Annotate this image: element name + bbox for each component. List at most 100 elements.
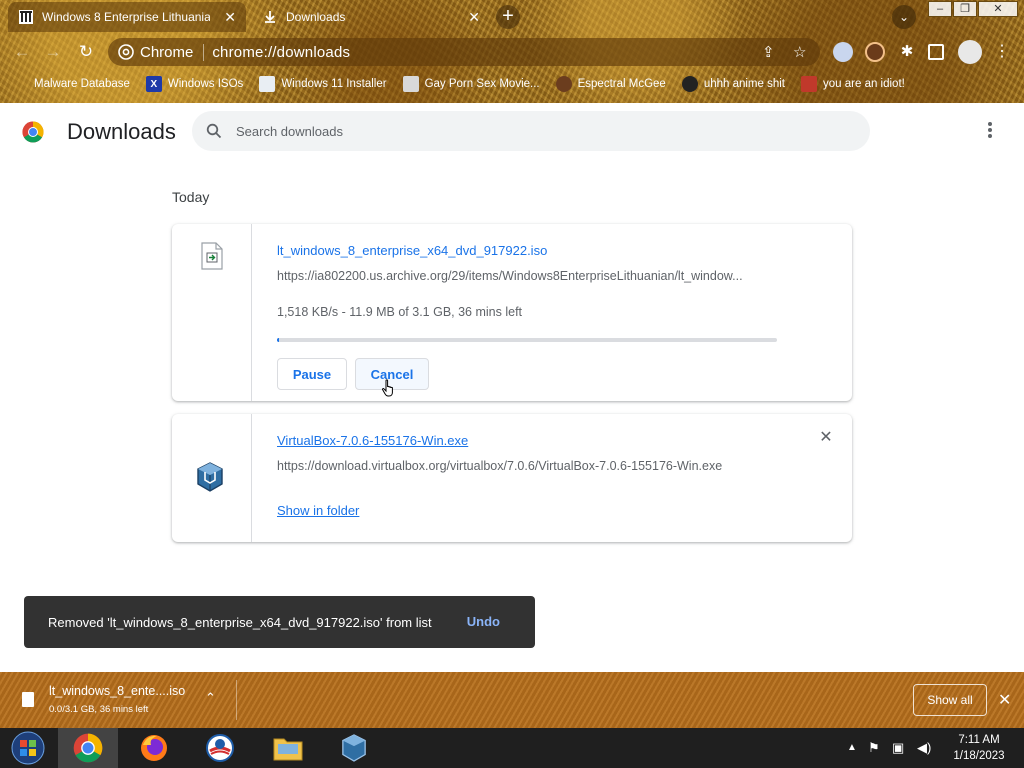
windows-orb-icon — [11, 731, 45, 765]
new-tab-button[interactable]: + — [496, 5, 520, 29]
show-all-button[interactable]: Show all — [913, 684, 987, 716]
shelf-filename[interactable]: lt_windows_8_ente....iso — [49, 684, 185, 698]
action-center-flag-icon[interactable]: ⚑ — [868, 740, 880, 756]
bookmark-item[interactable]: you are an idiot! — [801, 76, 905, 92]
undo-button[interactable]: Undo — [467, 614, 500, 629]
back-button[interactable]: ← — [11, 42, 33, 64]
file-icon-column — [172, 224, 252, 401]
bookmark-label: Windows 11 Installer — [281, 78, 387, 90]
tab-downloads[interactable]: Downloads ✕ — [252, 2, 490, 32]
clock-time: 7:11 AM — [958, 734, 1000, 746]
search-icon — [206, 123, 222, 139]
download-icon — [262, 9, 278, 25]
download-filename[interactable]: lt_windows_8_enterprise_x64_dvd_917922.i… — [277, 243, 547, 258]
file-icon-column — [172, 414, 252, 542]
date-section-label: Today — [172, 189, 210, 205]
tab-search-button[interactable]: ⌄ — [892, 5, 916, 29]
extension-flag-icon[interactable] — [833, 42, 853, 62]
download-url[interactable]: https://ia802200.us.archive.org/29/items… — [277, 269, 777, 283]
anime-icon — [681, 76, 698, 92]
taskbar-app-logo[interactable] — [190, 728, 250, 768]
close-tab-icon[interactable]: ✕ — [468, 9, 480, 26]
virtualbox-icon — [197, 462, 223, 492]
taskbar: ▲ ⚑ ▣ ◀) 7:11 AM 1/18/2023 — [0, 728, 1024, 768]
show-in-folder-link[interactable]: Show in folder — [277, 503, 359, 518]
removed-toast: Removed 'lt_windows_8_enterprise_x64_dvd… — [24, 596, 535, 648]
share-icon[interactable]: ⇪ — [762, 43, 775, 61]
chrome-icon — [73, 733, 103, 763]
download-status: 1,518 KB/s - 11.9 MB of 3.1 GB, 36 mins … — [277, 305, 523, 319]
download-progress-bar — [277, 338, 777, 342]
bookmark-label: Malware Database — [34, 78, 130, 90]
file-icon — [22, 692, 34, 707]
bookmark-item[interactable]: uhhh anime shit — [681, 76, 786, 92]
toast-message: Removed 'lt_windows_8_enterprise_x64_dvd… — [48, 614, 432, 630]
shelf-divider — [236, 680, 237, 720]
file-icon — [201, 242, 223, 270]
taskbar-chrome[interactable] — [58, 728, 118, 768]
search-input[interactable] — [236, 123, 836, 139]
taskbar-firefox[interactable] — [124, 728, 184, 768]
folder-icon — [273, 738, 303, 761]
side-panel-icon[interactable] — [928, 44, 944, 60]
site-chip[interactable]: Chrome — [118, 43, 205, 61]
more-actions-icon[interactable] — [980, 121, 1000, 141]
bookmark-item[interactable]: Malware Database — [12, 76, 130, 92]
puzzle-extensions-icon[interactable]: ✱ — [897, 42, 917, 62]
bookmark-item[interactable]: X Windows ISOs — [145, 76, 244, 92]
network-icon[interactable]: ▣ — [892, 740, 904, 756]
bookmark-item[interactable]: Espectral McGee — [555, 76, 666, 92]
pause-button[interactable]: Pause — [277, 358, 347, 390]
download-card: VirtualBox-7.0.6-155176-Win.exe https://… — [172, 414, 852, 542]
close-shelf-icon[interactable]: ✕ — [998, 690, 1011, 710]
downloads-page: Downloads Today lt_windows_8_enterprise_… — [0, 103, 1024, 672]
download-card: lt_windows_8_enterprise_x64_dvd_917922.i… — [172, 224, 852, 401]
restore-button[interactable]: ❐ — [953, 1, 977, 17]
minimize-button[interactable]: – — [928, 1, 952, 17]
url-text: chrome://downloads — [212, 43, 351, 61]
page-title: Downloads — [67, 119, 176, 144]
site-chip-label: Chrome — [140, 43, 194, 61]
window-close-button[interactable]: ✕ — [978, 1, 1018, 17]
progress-fill — [277, 338, 279, 342]
site-icon — [402, 76, 419, 92]
download-url[interactable]: https://download.virtualbox.org/virtualb… — [277, 459, 797, 473]
start-button[interactable] — [0, 728, 56, 768]
tab-title: Windows 8 Enterprise Lithuanian — [42, 10, 210, 24]
download-filename[interactable]: VirtualBox-7.0.6-155176-Win.exe — [277, 433, 468, 448]
face-icon — [555, 76, 572, 92]
close-tab-icon[interactable]: ✕ — [224, 9, 236, 26]
reload-button[interactable]: ↻ — [75, 42, 97, 64]
bookmark-label: Gay Porn Sex Movie... — [424, 78, 540, 90]
chrome-icon — [118, 44, 134, 60]
shelf-status: 0.0/3.1 GB, 36 mins left — [49, 704, 149, 715]
bookmark-item[interactable]: Gay Porn Sex Movie... — [402, 76, 540, 92]
chevron-up-icon[interactable]: ⌃ — [205, 690, 216, 706]
hand-cursor-icon — [382, 379, 393, 397]
chrome-menu-icon[interactable]: ⋮ — [991, 42, 1013, 64]
search-bar[interactable] — [192, 111, 870, 151]
uk-flag-icon — [801, 76, 818, 92]
taskbar-virtualbox[interactable] — [324, 728, 384, 768]
tab-title: Downloads — [286, 10, 346, 24]
clock-date: 1/18/2023 — [953, 750, 1005, 762]
tab-windows-8[interactable]: Windows 8 Enterprise Lithuanian ✕ — [8, 2, 246, 32]
bookmark-label: uhhh anime shit — [703, 78, 786, 90]
campaign-logo-icon — [206, 734, 234, 762]
volume-icon[interactable]: ◀) — [917, 740, 931, 756]
tray-overflow-icon[interactable]: ▲ — [847, 742, 857, 753]
profile-avatar-icon[interactable] — [958, 40, 982, 64]
remove-item-icon[interactable]: ✕ — [818, 430, 834, 446]
bookmark-label: Windows ISOs — [167, 78, 244, 90]
bookmark-label: Espectral McGee — [577, 78, 666, 90]
bookmark-item[interactable]: Windows 11 Installer — [259, 76, 387, 92]
bookmark-star-icon[interactable]: ☆ — [793, 43, 806, 61]
chrome-logo-icon — [22, 121, 44, 143]
archive-icon — [18, 9, 34, 25]
taskbar-file-explorer[interactable] — [258, 728, 318, 768]
extension-avatar-icon[interactable] — [865, 42, 885, 62]
tab-strip: Windows 8 Enterprise Lithuanian ✕ Downlo… — [0, 0, 1024, 34]
forward-button[interactable]: → — [42, 42, 64, 64]
system-clock[interactable]: 7:11 AM 1/18/2023 — [940, 732, 1018, 764]
address-bar[interactable]: Chrome chrome://downloads ⇪ ☆ — [108, 38, 820, 66]
